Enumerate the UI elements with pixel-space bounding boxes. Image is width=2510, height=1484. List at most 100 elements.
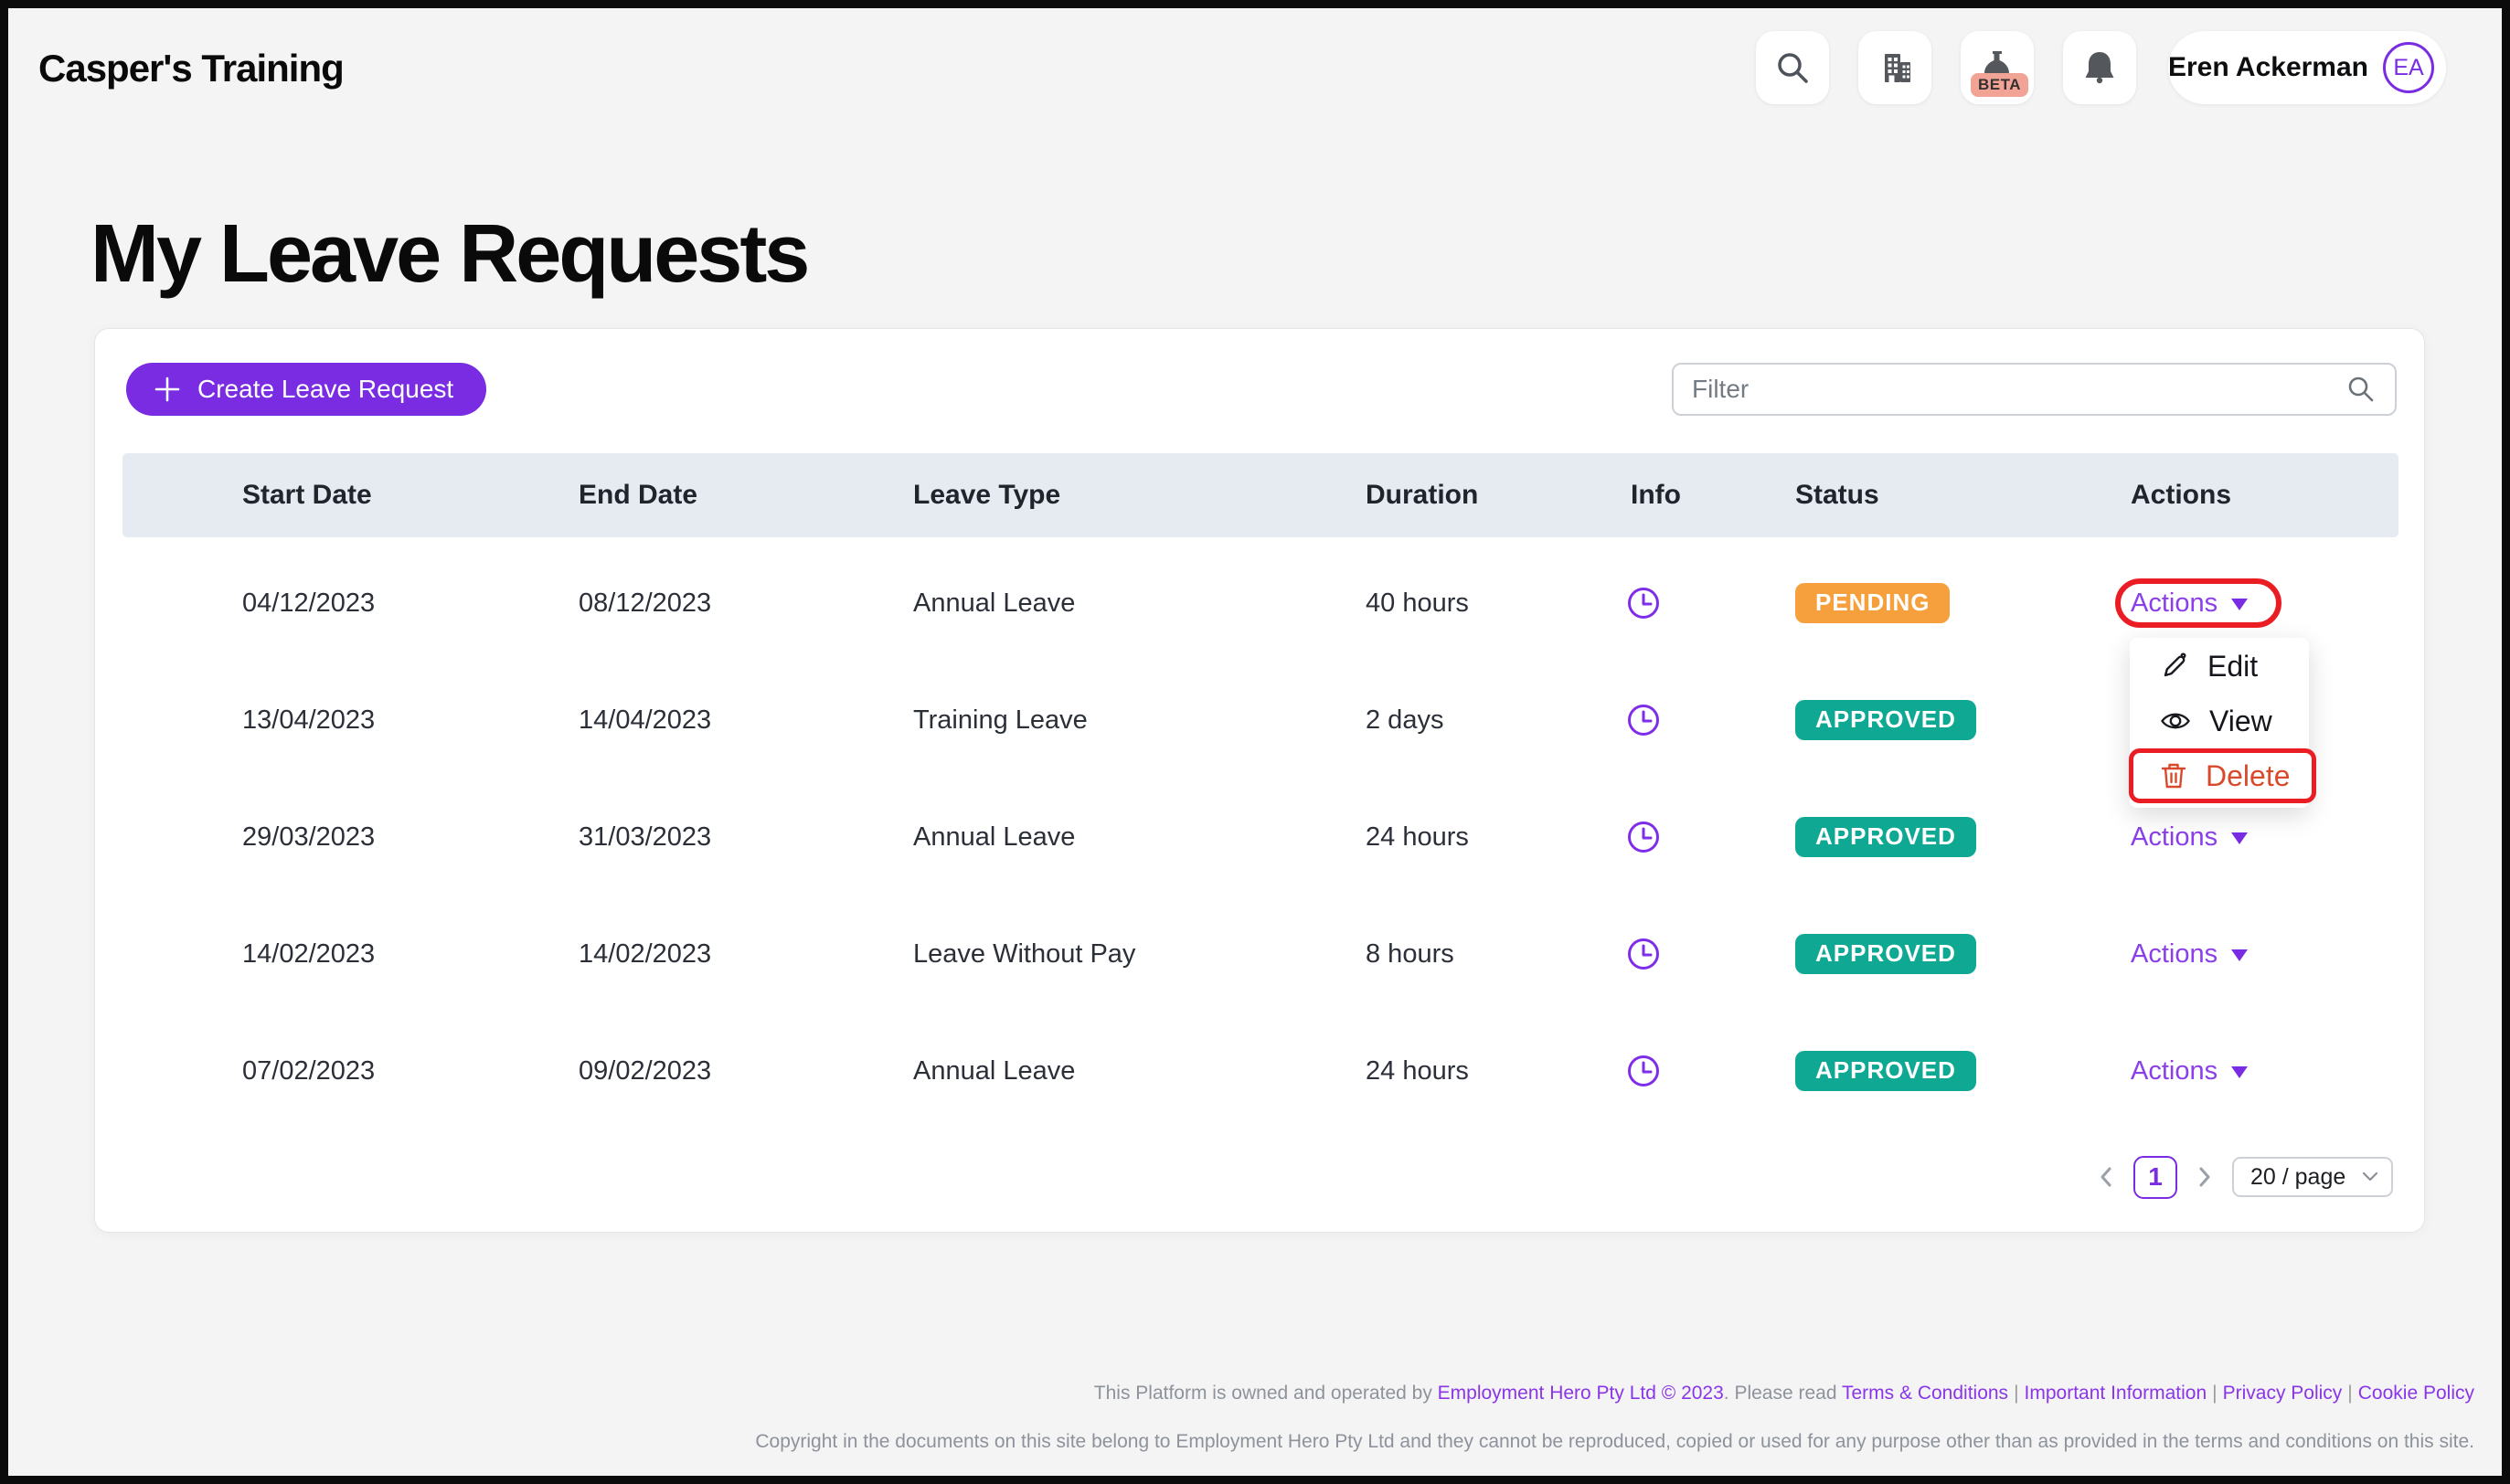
status-cell: APPROVED	[1795, 779, 1976, 896]
end-date-cell: 14/02/2023	[579, 896, 711, 1012]
row-3-actions-dropdown-trigger[interactable]: Actions	[2131, 822, 2248, 853]
header-end-date: End Date	[579, 453, 697, 537]
pagination: 1 20 / page	[2094, 1153, 2393, 1201]
table-header-row: Start Date End Date Leave Type Duration …	[122, 453, 2398, 537]
actions-label: Actions	[2131, 939, 2218, 970]
start-date-cell: 13/04/2023	[242, 662, 375, 779]
header-duration: Duration	[1366, 453, 1478, 537]
clock-icon	[1625, 1053, 1662, 1089]
row-1-actions-dropdown-trigger[interactable]: Actions	[2131, 588, 2248, 619]
status-badge: APPROVED	[1795, 934, 1976, 973]
page-size-select[interactable]: 20 / page	[2232, 1157, 2393, 1197]
leave-type-cell: Leave Without Pay	[913, 896, 1135, 1012]
header-start-date: Start Date	[242, 453, 372, 537]
clock-icon	[1625, 702, 1662, 738]
footer-legal-line: This Platform is owned and operated by E…	[1094, 1383, 2474, 1404]
footer-text: . Please read	[1724, 1383, 1842, 1404]
row-4-actions-dropdown-trigger[interactable]: Actions	[2131, 939, 2248, 970]
chevron-down-icon	[2362, 1171, 2378, 1182]
duration-cell: 2 days	[1366, 662, 1443, 779]
page-size-value: 20 / page	[2250, 1164, 2345, 1191]
footer-text: This Platform is owned and operated by	[1094, 1383, 1438, 1404]
start-date-cell: 29/03/2023	[242, 779, 375, 896]
menu-item-edit[interactable]: Edit	[2130, 639, 2309, 694]
clock-icon	[1625, 585, 1662, 621]
leave-type-cell: Training Leave	[913, 662, 1088, 779]
actions-label: Actions	[2131, 588, 2218, 619]
filter-input[interactable]	[1692, 375, 2345, 404]
header-status: Status	[1795, 453, 1879, 537]
page-title: My Leave Requests	[90, 213, 807, 295]
next-page-button[interactable]	[2193, 1159, 2217, 1195]
separator: |	[2008, 1383, 2024, 1404]
info-cell[interactable]	[1625, 1012, 1662, 1129]
company-link[interactable]: Employment Hero Pty Ltd © 2023	[1438, 1383, 1724, 1404]
header-leave-type: Leave Type	[913, 453, 1060, 537]
user-menu[interactable]: Eren Ackerman EA	[2168, 31, 2446, 104]
terms-link[interactable]: Terms & Conditions	[1842, 1383, 2008, 1404]
info-cell[interactable]	[1625, 896, 1662, 1012]
actions-label: Actions	[2131, 1056, 2218, 1086]
info-cell[interactable]	[1625, 662, 1662, 779]
chevron-down-icon	[2231, 832, 2248, 844]
previous-page-button[interactable]	[2094, 1159, 2118, 1195]
start-date-cell: 04/12/2023	[242, 545, 375, 662]
menu-item-delete[interactable]: Delete	[2129, 748, 2316, 803]
menu-item-view[interactable]: View	[2130, 694, 2309, 748]
chevron-down-icon	[2231, 1066, 2248, 1078]
start-date-cell: 14/02/2023	[242, 896, 375, 1012]
footer-copyright-line: Copyright in the documents on this site …	[755, 1431, 2474, 1453]
pencil-icon	[2160, 652, 2189, 681]
table-row: 29/03/2023 31/03/2023 Annual Leave 24 ho…	[122, 779, 2398, 896]
info-cell[interactable]	[1625, 545, 1662, 662]
filter-field	[1672, 363, 2397, 416]
duration-cell: 24 hours	[1366, 779, 1469, 896]
actions-cell: Actions	[2131, 896, 2248, 1012]
actions-cell: Actions	[2131, 1012, 2248, 1129]
start-date-cell: 07/02/2023	[242, 1012, 375, 1129]
table-row: 04/12/2023 08/12/2023 Annual Leave 40 ho…	[122, 545, 2398, 662]
filter-search-icon[interactable]	[2345, 374, 2377, 405]
actions-dropdown-menu: Edit View Delete	[2130, 638, 2309, 808]
duration-cell: 8 hours	[1366, 896, 1454, 1012]
user-name: Eren Ackerman	[2168, 52, 2368, 83]
status-badge: APPROVED	[1795, 1051, 1976, 1090]
actions-label: Actions	[2131, 822, 2218, 853]
menu-item-label: Edit	[2207, 650, 2258, 684]
info-cell[interactable]	[1625, 779, 1662, 896]
page-number-button[interactable]: 1	[2133, 1156, 2177, 1199]
leave-type-cell: Annual Leave	[913, 545, 1075, 662]
menu-item-label: View	[2209, 705, 2272, 738]
table-row: 13/04/2023 14/04/2023 Training Leave 2 d…	[122, 662, 2398, 779]
separator: |	[2207, 1383, 2222, 1404]
create-leave-request-button[interactable]: Create Leave Request	[126, 363, 486, 416]
leave-type-cell: Annual Leave	[913, 1012, 1075, 1129]
end-date-cell: 14/04/2023	[579, 662, 711, 779]
notifications-button[interactable]	[2063, 31, 2136, 104]
end-date-cell: 09/02/2023	[579, 1012, 711, 1129]
eye-icon	[2160, 709, 2191, 733]
clock-icon	[1625, 936, 1662, 972]
cookie-policy-link[interactable]: Cookie Policy	[2358, 1383, 2474, 1404]
duration-cell: 24 hours	[1366, 1012, 1469, 1129]
end-date-cell: 31/03/2023	[579, 779, 711, 896]
table-body: 04/12/2023 08/12/2023 Annual Leave 40 ho…	[122, 545, 2398, 1129]
create-leave-request-label: Create Leave Request	[197, 375, 453, 404]
clock-icon	[1625, 819, 1662, 855]
status-badge: APPROVED	[1795, 817, 1976, 856]
row-5-actions-dropdown-trigger[interactable]: Actions	[2131, 1056, 2248, 1086]
table-row: 14/02/2023 14/02/2023 Leave Without Pay …	[122, 896, 2398, 1012]
privacy-policy-link[interactable]: Privacy Policy	[2223, 1383, 2343, 1404]
leave-requests-card: Create Leave Request Start Date End Date…	[94, 328, 2425, 1233]
important-information-link[interactable]: Important Information	[2025, 1383, 2207, 1404]
notifications-bell-icon	[2079, 48, 2120, 88]
chevron-down-icon	[2231, 949, 2248, 961]
labs-beta-button[interactable]: BETA	[1961, 31, 2034, 104]
menu-item-label: Delete	[2206, 759, 2291, 793]
search-icon	[1774, 49, 1811, 86]
organisation-button[interactable]	[1858, 31, 1931, 104]
screen: Casper's Training	[0, 0, 2510, 1484]
search-button[interactable]	[1756, 31, 1829, 104]
chevron-down-icon	[2231, 599, 2248, 610]
trash-icon	[2160, 761, 2187, 790]
